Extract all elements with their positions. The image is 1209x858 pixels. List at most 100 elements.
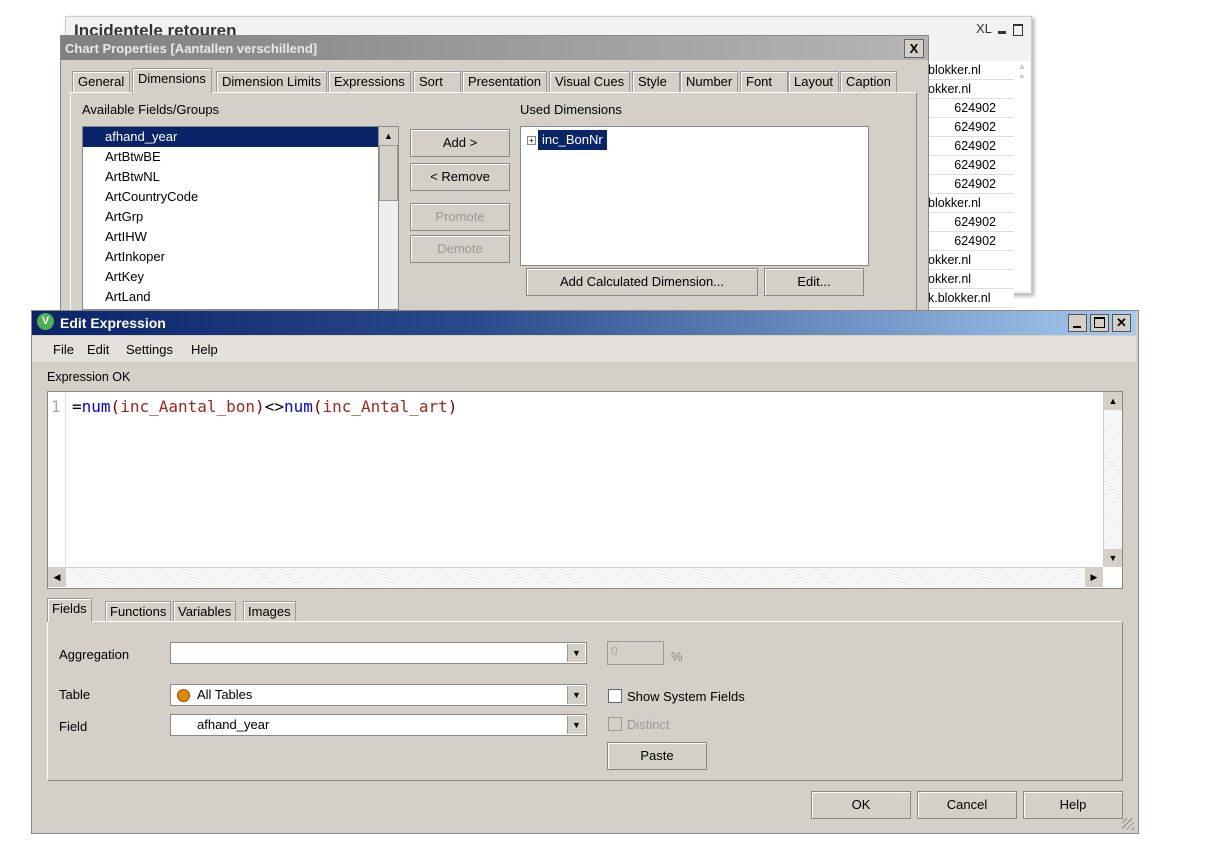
demote-button[interactable]: Demote [410,235,510,263]
available-fields-list[interactable]: afhand_year ArtBtwBE ArtBtwNL ArtCountry… [82,126,380,310]
distinct-label: Distinct [627,717,670,732]
expression-editor[interactable]: 1 =num(inc_Aantal_bon)<>num(inc_Antal_ar… [47,391,1123,589]
distinct-checkbox[interactable] [608,717,622,731]
add-button[interactable]: Add > [410,129,510,157]
table-label: Table [59,687,91,702]
remove-button[interactable]: < Remove [410,163,510,191]
show-system-fields-checkbox[interactable] [608,689,622,703]
expr-function: num [81,397,111,416]
used-dimensions-label: Used Dimensions [520,102,622,117]
cancel-button[interactable]: Cancel [917,791,1017,819]
list-item[interactable]: ArtInkoper [83,247,379,267]
vertical-scrollbar[interactable]: ▲ ▼ [1103,392,1122,567]
expr-token: = [72,397,82,416]
percent-input[interactable]: 0 [607,641,664,665]
used-dimension-item[interactable]: inc_BonNr [538,130,607,150]
list-item[interactable]: ArtGrp [83,207,379,227]
line-number: 1 [51,397,61,416]
chevron-down-icon[interactable]: ▼ [567,716,585,734]
expr-token: ) [255,397,265,416]
menu-settings[interactable]: Settings [126,342,173,357]
tab-expressions[interactable]: Expressions [328,71,411,92]
used-dimensions-list[interactable]: + inc_BonNr [520,126,869,266]
tab-sort[interactable]: Sort [413,71,461,92]
menu-file[interactable]: File [53,342,74,357]
xl-button[interactable]: XL [976,21,992,36]
fields-scrollbar[interactable]: ▲ [378,126,399,310]
aggregation-select[interactable]: ▼ [170,642,587,664]
tab-visual-cues[interactable]: Visual Cues [549,71,631,92]
bg-table: blokker.nl okker.nl 624902 624902 624902… [928,61,1014,308]
list-item[interactable]: ArtBtwBE [83,147,379,167]
table-select[interactable]: All Tables ▼ [170,684,587,706]
expr-token: ) [447,397,458,416]
tab-functions[interactable]: Functions [105,601,172,622]
table-dot-icon [177,689,190,702]
expr-operator: <> [264,397,284,416]
aggregation-label: Aggregation [59,647,130,662]
tab-dimensions[interactable]: Dimensions [132,68,212,93]
table-cell: 624902 [928,118,1014,137]
menu-edit[interactable]: Edit [87,342,109,357]
resize-grip-icon[interactable] [1122,818,1134,830]
show-system-fields-label: Show System Fields [627,689,745,704]
ok-button[interactable]: OK [811,791,911,819]
list-item[interactable]: ArtKey [83,267,379,287]
minimize-button[interactable] [1068,314,1087,332]
field-label: Field [59,719,88,734]
horizontal-scrollbar[interactable]: ◀ ▶ [48,567,1103,587]
expr-token: ( [110,397,121,416]
tab-style[interactable]: Style [632,71,680,92]
edit-expression-titlebar [32,311,1136,335]
table-cell: okker.nl [928,80,1014,99]
table-value: All Tables [197,687,253,702]
edit-button[interactable]: Edit... [764,268,864,296]
chevron-down-icon[interactable]: ▼ [567,686,585,704]
edit-expression-title: Edit Expression [60,315,166,331]
tab-number[interactable]: Number [680,71,739,92]
expr-token: ( [312,397,323,416]
expr-field: inc_Aantal_bon [120,397,256,416]
list-item[interactable]: ArtLand [83,287,379,307]
tab-layout[interactable]: Layout [788,71,840,92]
expression-text[interactable]: =num(inc_Aantal_bon)<>num(inc_Antal_art) [72,397,457,416]
menu-help[interactable]: Help [191,342,218,357]
scroll-up-icon[interactable]: ▲ [379,127,398,145]
tab-font[interactable]: Font [740,71,788,92]
add-calculated-dimension-button[interactable]: Add Calculated Dimension... [526,268,758,296]
paste-button[interactable]: Paste [607,742,707,770]
list-item[interactable]: ArtBtwNL [83,167,379,187]
line-gutter [48,392,66,567]
tab-variables[interactable]: Variables [173,601,237,622]
maximize-button[interactable] [1090,314,1109,332]
chart-properties-title: Chart Properties [Aantallen verschillend… [65,41,318,56]
tab-general[interactable]: General [72,71,131,92]
expr-field: inc_Antal_art [322,397,448,416]
promote-button[interactable]: Promote [410,203,510,231]
field-select[interactable]: afhand_year ▼ [170,714,587,736]
app-logo-icon: V [37,313,54,330]
tab-fields[interactable]: Fields [47,598,92,622]
table-cell: okker.nl [928,251,1014,270]
close-button[interactable]: ✕ [1112,314,1131,332]
tab-presentation[interactable]: Presentation [462,71,547,92]
list-item[interactable]: ArtIHW [83,227,379,247]
table-cell: 624902 [928,213,1014,232]
table-cell: okker.nl [928,270,1014,289]
bg-scrollbar[interactable]: ▲ ● [1014,61,1030,291]
maximize-icon[interactable] [1013,24,1023,36]
list-item[interactable]: afhand_year [83,127,379,147]
expand-icon[interactable]: + [527,136,536,145]
list-item[interactable]: ArtCountryCode [83,187,379,207]
close-button[interactable]: X [904,39,924,58]
tab-images[interactable]: Images [243,601,296,622]
help-button[interactable]: Help [1023,791,1123,819]
table-cell: 624902 [928,232,1014,251]
tab-dimension-limits[interactable]: Dimension Limits [216,71,327,92]
scroll-thumb[interactable] [379,145,398,201]
table-cell: 624902 [928,137,1014,156]
chevron-down-icon[interactable]: ▼ [567,644,585,662]
available-fields-label: Available Fields/Groups [82,102,220,117]
tab-caption[interactable]: Caption [840,71,897,92]
minimize-icon[interactable] [998,31,1006,34]
